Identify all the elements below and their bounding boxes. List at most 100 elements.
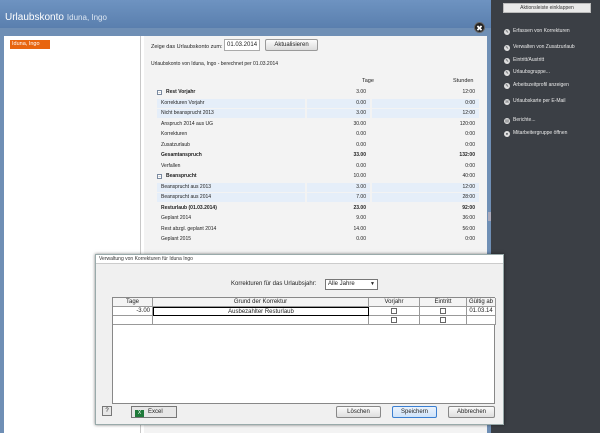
sidebar-item-5[interactable]: ✎ Arbeitszeitprofil anzeigen xyxy=(504,81,569,90)
pencil-icon: ✎ xyxy=(504,70,510,76)
column-header-days: Tage xyxy=(362,78,374,84)
grid-header[interactable]: Gültig ab xyxy=(467,298,496,307)
grid-cell-valid-from[interactable] xyxy=(467,316,496,325)
grid-cell-previous-year[interactable] xyxy=(369,307,420,316)
checkbox[interactable] xyxy=(439,308,446,314)
action-sidebar: Aktionsleiste einklappen ✎ Erfassen von K… xyxy=(491,0,600,433)
summary-row-label: Verfallen xyxy=(161,162,181,169)
grid-cell-entry[interactable] xyxy=(420,307,467,316)
summary-row-days: 3.00 xyxy=(307,182,370,192)
summary-row-hours: 56:00 xyxy=(462,225,475,232)
summary-row-hours: 0:00 xyxy=(465,141,475,148)
column-header-hours: Stunden xyxy=(453,78,474,84)
pencil-icon: ✎ xyxy=(504,29,510,35)
help-button[interactable]: ? xyxy=(102,406,112,416)
summary-row-days: 10.00 xyxy=(353,173,366,179)
grid-header[interactable]: Eintritt xyxy=(420,298,467,307)
summary-row-label: Gesamtanspruch xyxy=(161,152,202,158)
group-icon: ● xyxy=(504,131,510,137)
summary-row-days: 7.00 xyxy=(307,193,370,202)
checkbox[interactable] xyxy=(390,317,397,323)
corrections-dialog: Verwaltung von Korrekturen für Iduna Ing… xyxy=(95,254,504,425)
summary-row-days: 0.00 xyxy=(356,236,366,242)
summary-row: Verfallen 0.00 0:00 xyxy=(157,162,479,171)
summary-row-label: Geplant 2014 xyxy=(161,215,192,221)
summary-row-label: Resturlaub (01.03.2014) xyxy=(161,204,217,211)
summary-row: Beansprucht aus 2014 7.00 28:00 xyxy=(157,193,479,202)
summary-row-days: 30.00 xyxy=(353,120,366,127)
summary-row: Korrekturen Vorjahr 0.00 0:00 xyxy=(157,98,479,108)
report-subtitle: Urlaubskonto von Iduna, Ingo - berechnet… xyxy=(151,61,279,67)
sidebar-item-8[interactable]: ● Mitarbeitergruppe öffnen xyxy=(504,129,567,138)
summary-row-label: Zusatzurlaub xyxy=(161,141,190,148)
window-title-name: Iduna, Ingo xyxy=(66,13,107,22)
sidebar-item-label: Arbeitszeitprofil anzeigen xyxy=(513,82,569,88)
grid-cell-entry[interactable] xyxy=(420,316,467,325)
pencil-icon: ✎ xyxy=(504,83,510,89)
summary-row-label: Korrekturen xyxy=(161,131,188,137)
summary-row-label: Anspruch 2014 aus UG xyxy=(161,120,213,127)
sidebar-item-4[interactable]: ✎ Urlaubsgruppe... xyxy=(504,68,550,77)
date-label: Zeige das Urlaubskonto zum: xyxy=(151,44,223,50)
corrections-grid: Tage Grund der Korrektur Vorjahr Eintritt Gü… xyxy=(112,297,496,404)
grid-header[interactable]: Grund der Korrektur xyxy=(153,298,369,307)
sidebar-item-label: Urlaubskarte per E-Mail xyxy=(513,98,566,104)
sidebar-item-1[interactable]: ✎ Erfassen von Korrekturen xyxy=(504,27,570,36)
delete-button[interactable]: Löschen xyxy=(336,406,381,418)
year-select[interactable]: Alle Jahre ▼ xyxy=(325,279,378,290)
grid-cell-days[interactable] xyxy=(113,316,153,325)
sidebar-item-7[interactable]: ▤ Berichte... xyxy=(504,116,536,125)
excel-label: Excel xyxy=(148,409,163,415)
sidebar-item-6[interactable]: ✉ Urlaubskarte per E-Mail xyxy=(504,97,566,106)
date-input[interactable]: 01.03.2014 xyxy=(224,39,260,51)
window-title-text: Urlaubskonto xyxy=(5,12,64,23)
summary-row: Korrekturen 0.00 0:00 xyxy=(157,130,479,139)
grid-cell-valid-from[interactable]: 01.03.14 xyxy=(467,307,496,316)
summary-row: − Beansprucht 10.00 40:00 xyxy=(157,172,479,181)
summary-row: Geplant 2014 9.00 36:00 xyxy=(157,214,479,223)
summary-row-hours: 36:00 xyxy=(462,215,475,221)
grid-cell-previous-year[interactable] xyxy=(369,316,420,325)
summary-row-hours: 132:00 xyxy=(459,152,475,158)
grid-header[interactable]: Vorjahr xyxy=(369,298,420,307)
summary-row-days: 9.00 xyxy=(356,215,366,221)
summary-row-days: 0.00 xyxy=(356,141,366,148)
year-label: Korrekturen für das Urlaubsjahr: xyxy=(231,281,317,287)
summary-row-hours: 120:00 xyxy=(459,120,475,127)
sidebar-item-3[interactable]: ✎ Eintritt/Austritt xyxy=(504,56,544,65)
title-bar: Urlaubskonto Iduna, Ingo xyxy=(0,0,491,28)
summary-row-hours: 0:00 xyxy=(465,131,475,137)
summary-row: − Rest Vorjahr 3.00 12:00 xyxy=(157,88,479,97)
employee-list-item[interactable]: Iduna, Ingo xyxy=(10,40,50,49)
excel-icon: X xyxy=(135,410,144,417)
grid-cell-reason[interactable]: Ausbezahlter Resturlaub xyxy=(153,307,369,316)
summary-row-days: 0.00 xyxy=(307,98,370,108)
sidebar-item-2[interactable]: ✎ Verwalten von Zusatzurlaub xyxy=(504,43,575,52)
summary-row-hours: 28:00 xyxy=(372,193,479,202)
grid-cell-days[interactable]: -3.00 xyxy=(113,307,153,316)
close-icon[interactable]: ✖ xyxy=(474,22,485,33)
checkbox[interactable] xyxy=(439,317,446,323)
excel-export-button[interactable]: X Excel xyxy=(131,406,177,418)
dialog-title: Verwaltung von Korrekturen für Iduna Ing… xyxy=(96,255,503,264)
summary-row-hours: 40:00 xyxy=(462,173,475,179)
collapse-sidebar-button[interactable]: Aktionsleiste einklappen xyxy=(503,3,591,13)
grid-cell-reason[interactable] xyxy=(153,316,369,325)
summary-row: Gesamtanspruch 33.00 132:00 xyxy=(157,151,479,160)
summary-row-label: Rest Vorjahr xyxy=(166,89,196,95)
summary-row: Anspruch 2014 aus UG 30.00 120:00 xyxy=(157,120,479,129)
summary-row: Rest abzgl. geplant 2014 14.00 56:00 xyxy=(157,225,479,234)
sidebar-item-label: Verwalten von Zusatzurlaub xyxy=(513,44,575,50)
grid-header[interactable]: Tage xyxy=(113,298,153,307)
chevron-down-icon: ▼ xyxy=(370,281,375,287)
summary-row-label: Korrekturen Vorjahr xyxy=(157,98,305,108)
sidebar-item-label: Erfassen von Korrekturen xyxy=(513,28,570,34)
checkbox[interactable] xyxy=(390,308,397,314)
summary-row-hours: 12:00 xyxy=(372,109,479,118)
refresh-button[interactable]: Aktualisieren xyxy=(265,39,318,51)
cancel-button[interactable]: Abbrechen xyxy=(448,406,495,418)
window-title: Urlaubskonto Iduna, Ingo xyxy=(5,12,107,23)
sidebar-item-label: Berichte... xyxy=(513,117,536,123)
mail-icon: ✉ xyxy=(504,99,510,105)
save-button[interactable]: Speichern xyxy=(392,406,437,418)
